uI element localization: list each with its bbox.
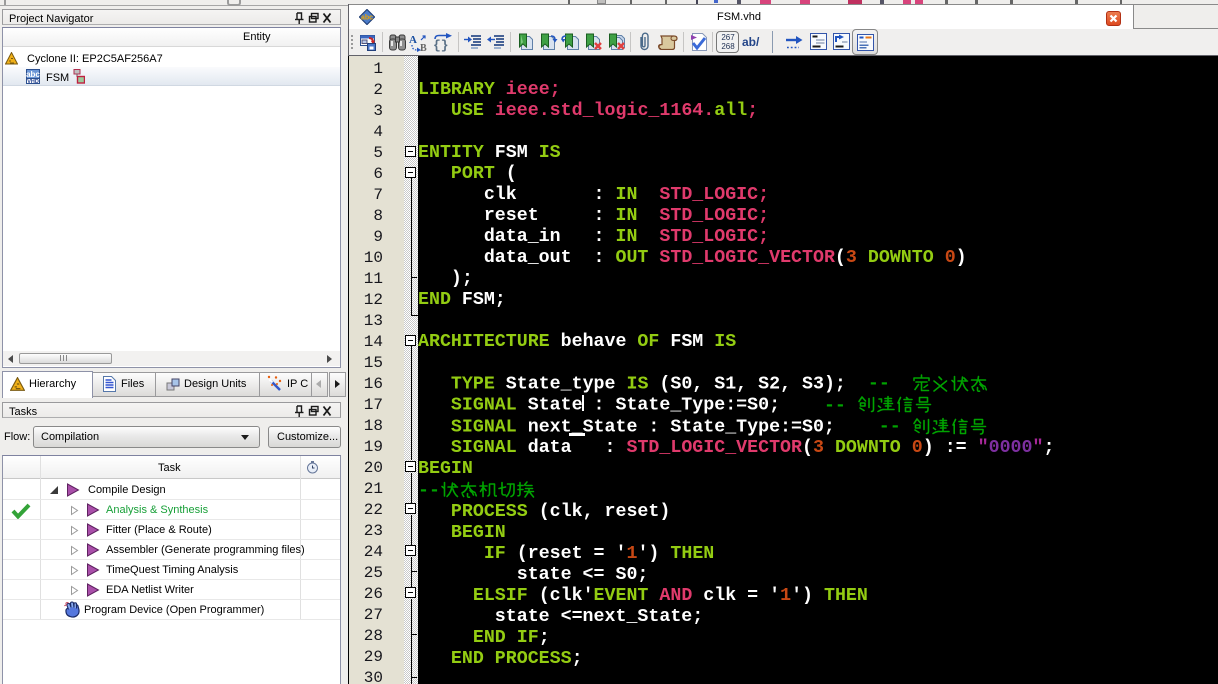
svg-text:abc: abc	[361, 15, 373, 22]
svg-text:A: A	[409, 34, 417, 46]
svg-text:B: B	[420, 43, 427, 52]
svg-text:{}: {}	[433, 38, 449, 52]
svg-text:abc: abc	[26, 70, 40, 79]
svg-text:VHD: VHD	[27, 79, 39, 84]
